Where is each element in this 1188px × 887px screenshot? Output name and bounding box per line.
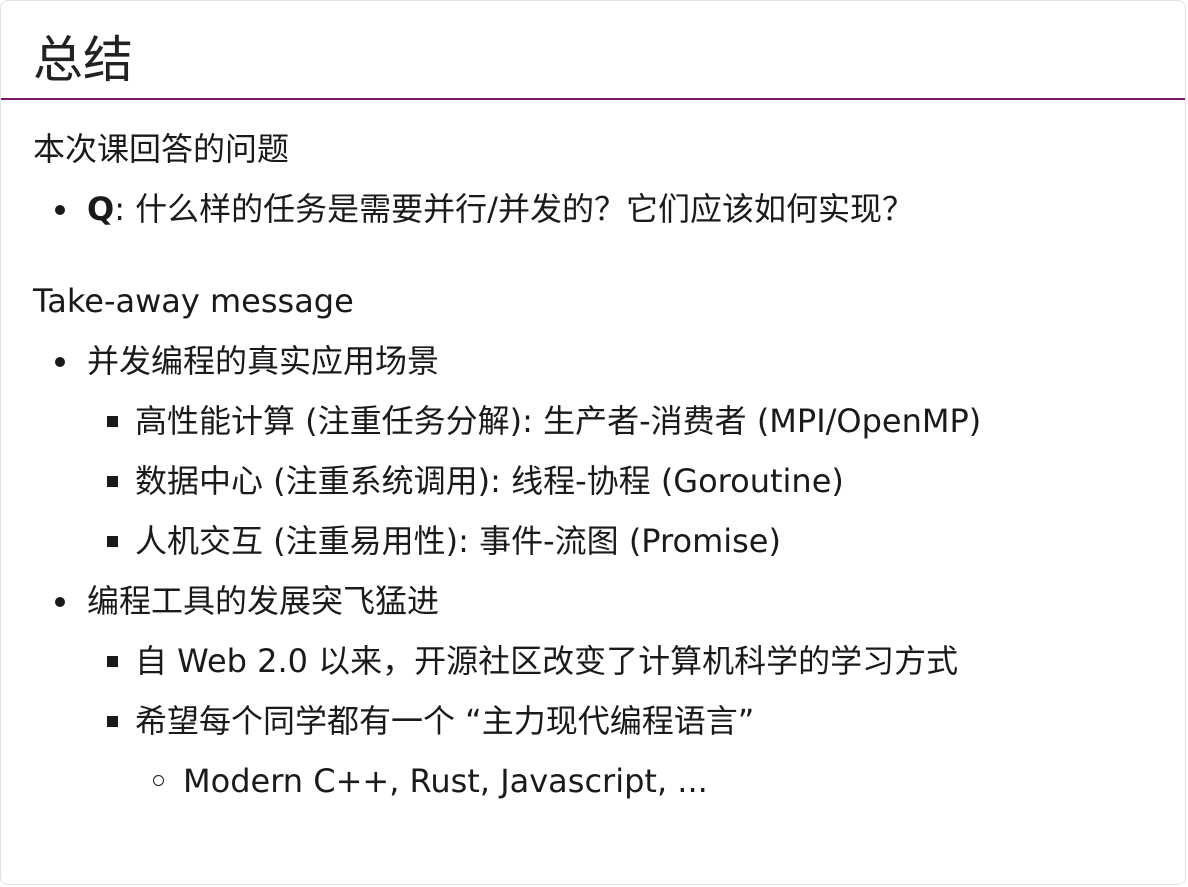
bullet-disc-icon (55, 357, 65, 367)
bullet-disc-icon (55, 205, 65, 215)
list-item-language: 希望每个同学都有一个 “主力现代编程语言” Modern C++, Rust, … (87, 691, 1165, 811)
list-item-text: 高性能计算 (注重任务分解): 生产者-消费者 (MPI/OpenMP) (135, 402, 982, 440)
title-divider (1, 98, 1185, 100)
bullet-square-icon (107, 536, 118, 547)
bullet-square-icon (107, 416, 118, 427)
list-item-languages: Modern C++, Rust, Javascript, ... (135, 751, 1165, 811)
bullet-circle-icon (153, 775, 164, 786)
slide-title: 总结 (33, 31, 133, 89)
bullet-disc-icon (55, 597, 65, 607)
takeaway-list: 并发编程的真实应用场景 高性能计算 (注重任务分解): 生产者-消费者 (MPI… (33, 331, 1165, 811)
list-item-opensource: 自 Web 2.0 以来，开源社区改变了计算机科学的学习方式 (87, 631, 1165, 691)
questions-list: Q: 什么样的任务是需要并行/并发的？它们应该如何实现？ (33, 179, 1165, 239)
tools-sublist: 自 Web 2.0 以来，开源社区改变了计算机科学的学习方式 希望每个同学都有一… (87, 631, 1165, 811)
list-item-hpc: 高性能计算 (注重任务分解): 生产者-消费者 (MPI/OpenMP) (87, 391, 1165, 451)
bullet-square-icon (107, 476, 118, 487)
section-heading-questions: 本次课回答的问题 (33, 130, 290, 168)
question-label: Q (87, 190, 115, 228)
list-item-text: 希望每个同学都有一个 “主力现代编程语言” (135, 702, 755, 740)
list-item-scenarios: 并发编程的真实应用场景 高性能计算 (注重任务分解): 生产者-消费者 (MPI… (33, 331, 1165, 571)
list-item-text: Modern C++, Rust, Javascript, ... (183, 762, 708, 800)
list-item-text: 人机交互 (注重易用性): 事件-流图 (Promise) (135, 522, 781, 560)
slide: 总结 本次课回答的问题 Q: 什么样的任务是需要并行/并发的？它们应该如何实现？… (0, 0, 1186, 885)
list-item-text: 并发编程的真实应用场景 (87, 342, 440, 380)
list-item-datacenter: 数据中心 (注重系统调用): 线程-协程 (Goroutine) (87, 451, 1165, 511)
list-item-text: 自 Web 2.0 以来，开源社区改变了计算机科学的学习方式 (135, 642, 959, 680)
bullet-square-icon (107, 656, 118, 667)
languages-sublist: Modern C++, Rust, Javascript, ... (135, 751, 1165, 811)
list-item-text: 编程工具的发展突飞猛进 (87, 582, 440, 620)
section-heading-takeaway: Take-away message (33, 282, 354, 320)
list-item-text: 数据中心 (注重系统调用): 线程-协程 (Goroutine) (135, 462, 844, 500)
scenarios-sublist: 高性能计算 (注重任务分解): 生产者-消费者 (MPI/OpenMP) 数据中… (87, 391, 1165, 571)
question-text: : 什么样的任务是需要并行/并发的？它们应该如何实现？ (114, 190, 914, 228)
slide-content: 本次课回答的问题 Q: 什么样的任务是需要并行/并发的？它们应该如何实现？ Ta… (33, 119, 1165, 811)
list-item-question: Q: 什么样的任务是需要并行/并发的？它们应该如何实现？ (33, 179, 1165, 239)
bullet-square-icon (107, 716, 118, 727)
list-item-tools: 编程工具的发展突飞猛进 自 Web 2.0 以来，开源社区改变了计算机科学的学习… (33, 571, 1165, 811)
list-item-hci: 人机交互 (注重易用性): 事件-流图 (Promise) (87, 511, 1165, 571)
